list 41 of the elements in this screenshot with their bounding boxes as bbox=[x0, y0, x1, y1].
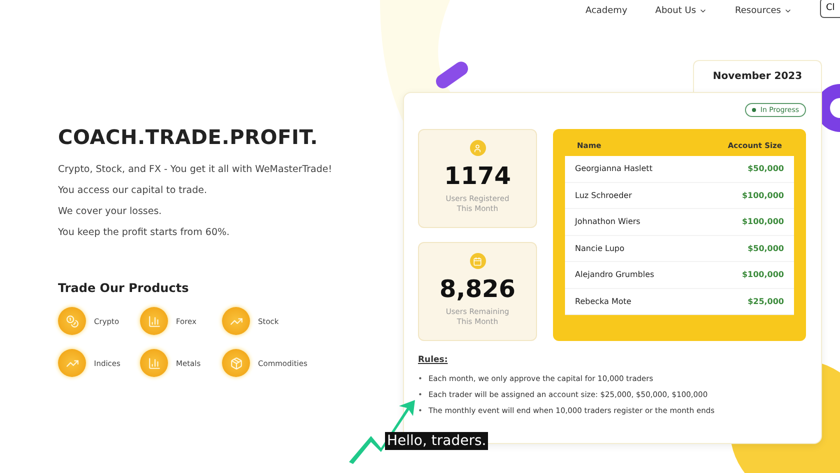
calendar-icon bbox=[473, 256, 482, 266]
amount-cell: $100,000 bbox=[742, 190, 784, 200]
section-title: Trade Our Products bbox=[58, 281, 190, 295]
name-cell: Johnathon Wiers bbox=[575, 217, 640, 226]
month-tab[interactable]: November 2023 bbox=[693, 60, 822, 92]
stat-value: 1174 bbox=[444, 162, 511, 190]
hero-text: You access our capital to trade. bbox=[58, 184, 208, 197]
status-dot-icon bbox=[752, 108, 756, 112]
video-caption: Hello, traders. bbox=[385, 432, 488, 450]
name-cell: Rebecka Mote bbox=[575, 296, 632, 306]
name-cell: Nancie Lupo bbox=[575, 244, 624, 253]
product-icon[interactable] bbox=[58, 349, 86, 377]
amount-cell: $100,000 bbox=[742, 217, 784, 226]
nav-link[interactable]: Resources bbox=[735, 6, 792, 16]
product-icon[interactable] bbox=[140, 307, 168, 335]
rules-title: Rules: bbox=[418, 355, 449, 365]
hero-text: Crypto, Stock, and FX - You get it all with WeMasterTrade! bbox=[58, 163, 334, 176]
name-cell: Luz Schroeder bbox=[575, 190, 632, 200]
product-icon[interactable] bbox=[140, 349, 168, 377]
amount-cell: $50,000 bbox=[748, 164, 784, 174]
bar-chart-icon bbox=[148, 314, 160, 328]
hero-text: We cover your losses. bbox=[58, 205, 163, 218]
product-icon[interactable] bbox=[222, 349, 250, 377]
bar-chart-icon bbox=[148, 356, 160, 370]
nav-link[interactable]: About Us bbox=[655, 6, 708, 16]
amount-cell: $25,000 bbox=[748, 296, 784, 306]
hero-title: COACH.TRADE.PROFIT. bbox=[58, 125, 320, 149]
name-cell: Georgianna Haslett bbox=[575, 164, 652, 174]
coins-icon bbox=[66, 314, 78, 328]
product-icon[interactable] bbox=[222, 307, 250, 335]
amount-cell: $50,000 bbox=[748, 244, 784, 253]
stat-value: 8,826 bbox=[440, 275, 516, 303]
package-icon bbox=[230, 356, 242, 370]
name-cell: Alejandro Grumbles bbox=[575, 270, 654, 280]
product-icon[interactable] bbox=[58, 307, 86, 335]
ring-decoration bbox=[822, 84, 840, 132]
amount-cell: $100,000 bbox=[742, 270, 784, 280]
hero-text: You keep the profit starts from 60%. bbox=[58, 226, 231, 239]
header-button[interactable]: Cl bbox=[820, 0, 840, 18]
user-icon bbox=[473, 144, 482, 152]
nav-link[interactable]: Academy bbox=[585, 6, 628, 16]
